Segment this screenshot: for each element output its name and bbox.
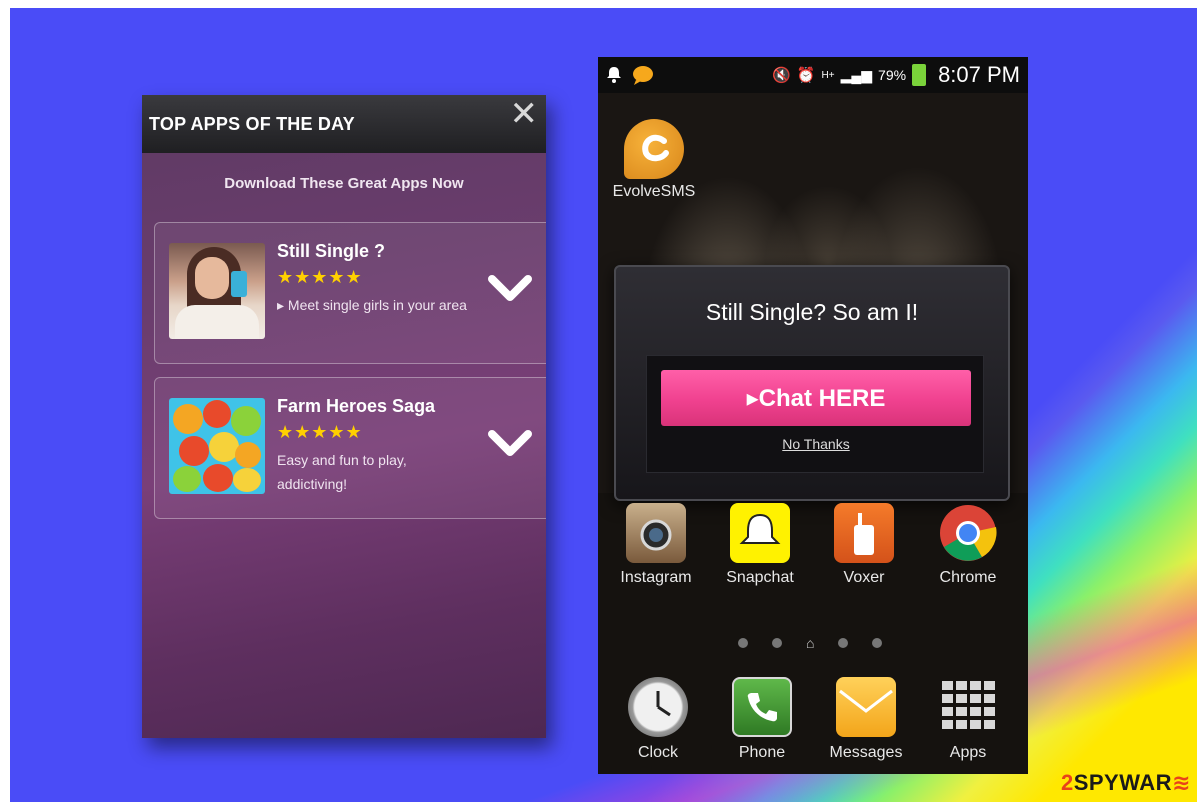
phone-handset-icon: [747, 693, 777, 722]
signal-icon: ▂▄▆: [840, 66, 873, 83]
panel-subtitle: Download These Great Apps Now: [224, 175, 464, 192]
chat-bubble-icon: [633, 66, 653, 85]
app-label: EvolveSMS: [612, 183, 696, 200]
page-dot[interactable]: [738, 638, 748, 648]
snapchat-notification-icon: [607, 67, 621, 83]
app-label: Apps: [949, 744, 987, 761]
chevron-down-icon[interactable]: [488, 273, 532, 303]
page-dot[interactable]: [772, 638, 782, 648]
phone-app-icon[interactable]: [732, 677, 792, 737]
snapchat-app-icon[interactable]: [730, 503, 790, 563]
mute-icon: 🔇: [772, 67, 791, 84]
close-icon[interactable]: ✕: [510, 97, 539, 131]
chrome-app-icon[interactable]: [938, 503, 998, 563]
panel-header: TOP APPS OF THE DAY ✕: [142, 95, 546, 153]
app-label: Messages: [829, 744, 903, 761]
popup-title: Still Single? So am I!: [705, 299, 919, 325]
app-label: Snapchat: [726, 569, 794, 586]
status-bar: 🔇 ⏰ H+ ▂▄▆ 79% 8:07 PM: [598, 57, 1028, 93]
app-card-still-single[interactable]: Still Single ? ★★★★★ ▸ Meet single girls…: [154, 222, 546, 364]
clock-app-icon[interactable]: [628, 677, 688, 737]
network-icon: H+: [821, 69, 835, 81]
instagram-app-icon[interactable]: [626, 503, 686, 563]
no-thanks-link[interactable]: No Thanks: [647, 436, 985, 452]
clock-icon: [656, 691, 671, 717]
voxer-app-icon[interactable]: [834, 503, 894, 563]
battery-percent: 79%: [878, 67, 907, 83]
page-dot[interactable]: [838, 638, 849, 648]
ghost-icon: [739, 513, 781, 544]
app-label: Phone: [738, 744, 786, 761]
messages-app-icon[interactable]: [836, 677, 896, 737]
chrome-icon: [940, 505, 997, 561]
ad-popup-dialog: Still Single? So am I! ▸Chat HERE No Tha…: [614, 265, 1010, 501]
app-name: Still Single ?: [277, 241, 386, 261]
app-description: ▸ Meet single girls in your area: [277, 297, 467, 313]
top-apps-panel: TOP APPS OF THE DAY ✕ Download These Gre…: [142, 95, 546, 738]
clock-time: 8:07 PM: [938, 62, 1020, 87]
rating-stars: ★★★★★: [277, 422, 363, 442]
apps-drawer-icon[interactable]: [938, 677, 998, 737]
app-description: Easy and fun to play, addictiving!: [277, 452, 407, 492]
page-indicator[interactable]: ⌂: [738, 635, 883, 651]
app-label: Clock: [637, 744, 678, 761]
app-name: Farm Heroes Saga: [277, 396, 436, 416]
app-label: Instagram: [620, 569, 692, 586]
evolvesms-icon: [642, 134, 669, 162]
android-home-screen: 🔇 ⏰ H+ ▂▄▆ 79% 8:07 PM EvolveSMS Still S…: [598, 57, 1028, 774]
walkie-talkie-icon: [854, 513, 874, 555]
chevron-down-icon[interactable]: [488, 428, 532, 458]
rating-stars: ★★★★★: [277, 267, 363, 287]
chat-here-button[interactable]: ▸Chat HERE: [661, 370, 971, 426]
camera-icon: [640, 519, 672, 551]
watermark-logo: 2SPYWAR≋: [1060, 770, 1191, 795]
app-thumbnail: [169, 398, 265, 494]
grid-icon: [942, 681, 995, 729]
battery-icon: [912, 64, 927, 86]
page-dot[interactable]: [872, 638, 883, 648]
alarm-icon: ⏰: [796, 67, 816, 84]
app-label: Voxer: [843, 569, 885, 586]
app-thumbnail: [169, 243, 265, 339]
app-card-farm-heroes[interactable]: Farm Heroes Saga ★★★★★ Easy and fun to p…: [154, 377, 546, 519]
app-label: Chrome: [939, 569, 997, 586]
panel-title: TOP APPS OF THE DAY: [149, 113, 355, 134]
home-page-icon[interactable]: ⌂: [806, 635, 814, 651]
envelope-icon: [839, 689, 893, 713]
popup-body: ▸Chat HERE No Thanks: [646, 355, 984, 473]
evolvesms-app-icon[interactable]: [624, 119, 684, 179]
